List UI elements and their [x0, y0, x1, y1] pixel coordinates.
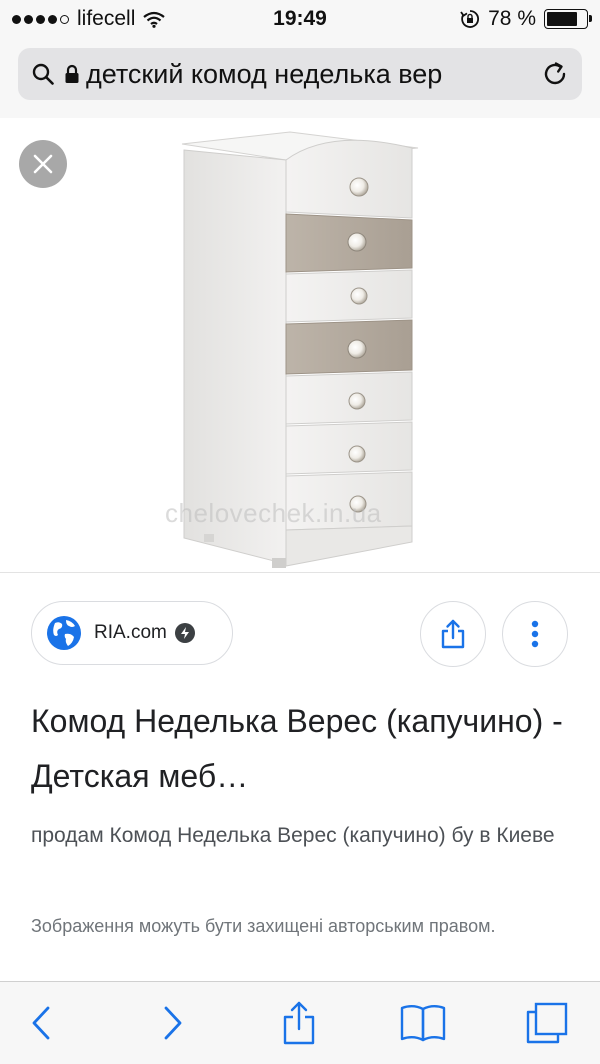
close-button[interactable]	[19, 140, 67, 188]
close-icon	[33, 154, 53, 174]
tabs-icon	[526, 1002, 568, 1044]
address-bar[interactable]: детский комод неделька вер	[18, 48, 582, 100]
chevron-right-icon	[164, 1006, 182, 1040]
source-name: RIA.com	[94, 622, 167, 643]
battery-percent: 78 %	[488, 7, 536, 30]
forward-button[interactable]	[148, 998, 198, 1048]
more-options-button[interactable]	[502, 601, 568, 667]
tabs-button[interactable]	[522, 998, 572, 1048]
status-bar: lifecell 19:49 78 %	[0, 0, 600, 38]
lock-icon	[64, 64, 80, 84]
address-bar-area: детский комод неделька вер	[0, 38, 600, 119]
browser-toolbar	[0, 981, 600, 1064]
result-description: продам Комод Неделька Верес (капучино) б…	[31, 824, 555, 847]
url-text[interactable]: детский комод неделька вер	[86, 59, 506, 90]
result-title[interactable]: Комод Неделька Верес (капучино) - Детска…	[31, 694, 571, 804]
battery-fill	[547, 12, 577, 26]
globe-icon	[47, 616, 81, 650]
more-vert-icon	[531, 620, 539, 648]
book-icon	[400, 1005, 446, 1042]
divider	[0, 572, 600, 573]
bookmarks-button[interactable]	[398, 998, 448, 1048]
share-button[interactable]	[420, 601, 486, 667]
copyright-note: Зображення можуть бути захищені авторськ…	[31, 916, 496, 936]
share-page-button[interactable]	[274, 998, 324, 1048]
orientation-lock-icon	[460, 10, 480, 28]
battery-icon	[544, 9, 592, 29]
battery-group: 78 %	[460, 7, 592, 31]
back-button[interactable]	[16, 998, 66, 1048]
amp-icon	[174, 623, 195, 643]
image-watermark: chelovechek.in.ua	[165, 498, 382, 528]
share-icon	[441, 619, 465, 649]
source-chip[interactable]: RIA.com	[31, 601, 233, 665]
reload-icon[interactable]	[542, 61, 568, 87]
chevron-left-icon	[32, 1006, 50, 1040]
search-icon	[32, 63, 54, 85]
share-icon	[283, 1001, 315, 1045]
image-viewer[interactable]: chelovechek.in.ua	[0, 118, 600, 572]
